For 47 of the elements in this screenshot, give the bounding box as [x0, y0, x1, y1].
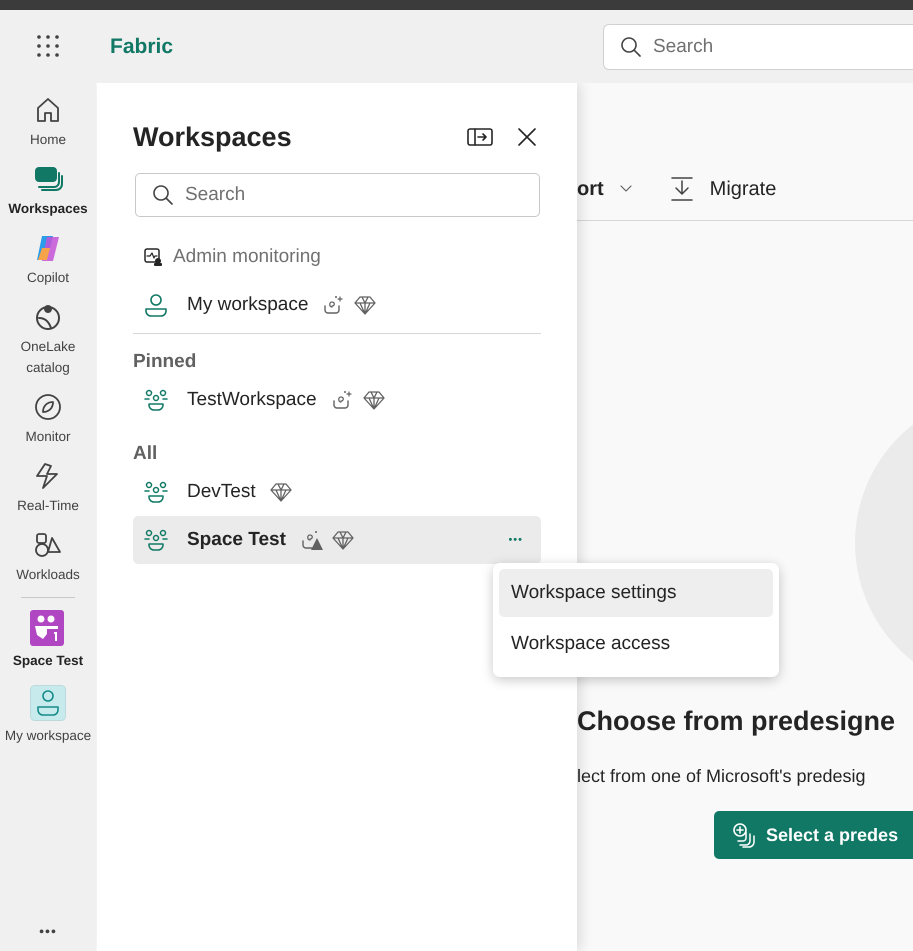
search-field[interactable]: Search [603, 24, 913, 70]
person-tile-icon [30, 685, 66, 721]
select-template-button[interactable]: Select a predes [714, 811, 913, 859]
nav-item[interactable]: Space Test [0, 610, 96, 671]
monitor-chart-icon [143, 247, 163, 268]
people-icon [143, 480, 169, 504]
download-icon [670, 176, 694, 202]
nav-item[interactable]: Real-Time [0, 461, 96, 516]
compass-icon [33, 392, 63, 422]
close-icon [517, 126, 537, 147]
section-label: All [133, 442, 158, 466]
nav-item[interactable]: Monitor [0, 392, 96, 447]
add-stack-icon [732, 822, 758, 848]
section-description: lect from one of Microsoft's predesig [577, 765, 866, 788]
globe-icon [33, 302, 63, 332]
app-launcher-button[interactable] [36, 34, 60, 59]
workspace-item[interactable]: Admin monitoring [133, 233, 541, 282]
stacked-layers-icon [33, 164, 63, 194]
more-button[interactable]: ••• [33, 920, 63, 943]
shapes-icon [33, 530, 63, 560]
chevron-down-icon [620, 185, 632, 193]
more-options-button[interactable]: ••• [508, 532, 523, 549]
person-icon [143, 292, 169, 318]
nav-item[interactable]: OneLake catalog [0, 302, 96, 378]
panel-title: Workspaces [133, 121, 292, 154]
workspace-item[interactable]: My workspace [133, 281, 541, 330]
dropdown-button[interactable]: ort [577, 174, 632, 204]
section-label: Pinned [133, 350, 198, 374]
nav-item[interactable]: My workspace [0, 685, 96, 746]
nav-item[interactable]: Home [0, 95, 96, 150]
workspace-item[interactable]: DevTest [133, 468, 541, 516]
people-icon [143, 388, 169, 412]
nav-item[interactable]: Copilot [0, 233, 96, 288]
workspace-item[interactable]: Space Test ••• [133, 516, 541, 564]
people-icon [143, 528, 169, 552]
search-icon [152, 184, 173, 206]
brand-name[interactable]: Fabric [110, 30, 174, 62]
section-heading: Choose from predesigne [577, 705, 896, 738]
search-field[interactable]: Search [135, 173, 540, 218]
migrate-button[interactable]: Migrate [670, 174, 776, 204]
menu-item[interactable]: Workspace settings [499, 569, 773, 617]
people-tile-icon [30, 610, 66, 646]
nav-item[interactable]: Workspaces [0, 164, 96, 219]
grid-icon [36, 34, 60, 58]
workspace-item[interactable]: TestWorkspace [133, 376, 541, 424]
search-icon [620, 36, 641, 56]
nav-item[interactable]: Workloads [0, 530, 96, 585]
